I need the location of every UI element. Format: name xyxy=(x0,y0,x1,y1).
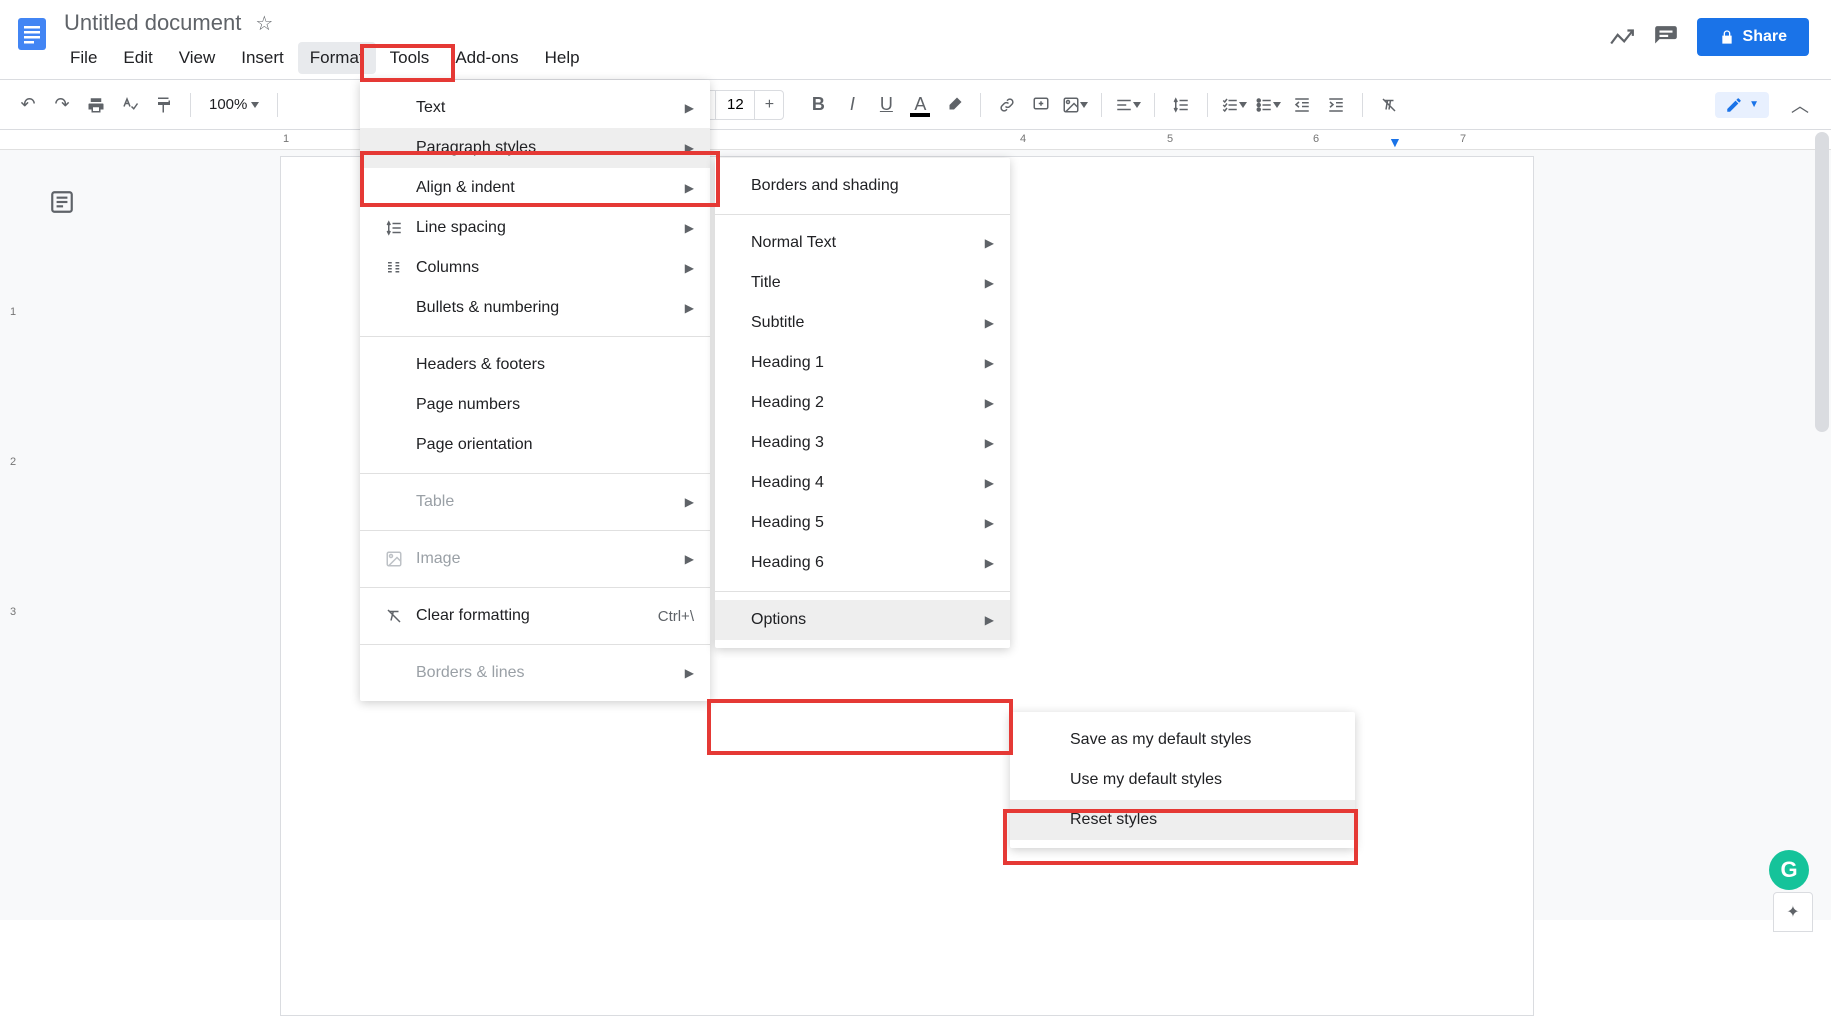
star-icon[interactable]: ☆ xyxy=(255,11,273,36)
format-columns[interactable]: Columns▶ xyxy=(360,248,710,288)
chevron-down-icon xyxy=(1080,102,1088,108)
vertical-scrollbar[interactable] xyxy=(1815,132,1829,432)
print-icon[interactable] xyxy=(82,91,110,119)
chevron-down-icon: ▼ xyxy=(1749,99,1759,110)
format-clear-formatting[interactable]: Clear formattingCtrl+\ xyxy=(360,596,710,636)
format-borders-lines[interactable]: Borders & lines▶ xyxy=(360,653,710,693)
spellcheck-icon[interactable] xyxy=(116,91,144,119)
right-margin-marker[interactable]: ▼ xyxy=(1388,134,1402,150)
format-text[interactable]: Text▶ xyxy=(360,88,710,128)
insert-image-icon[interactable] xyxy=(1061,91,1089,119)
opt-save-default[interactable]: Save as my default styles xyxy=(1010,720,1355,760)
header: Untitled document ☆ File Edit View Inser… xyxy=(0,0,1831,80)
menu-view[interactable]: View xyxy=(167,42,228,74)
comments-icon[interactable] xyxy=(1653,24,1679,50)
menu-file[interactable]: File xyxy=(58,42,109,74)
ps-options[interactable]: Options▶ xyxy=(715,600,1010,640)
header-right: Share xyxy=(1609,8,1819,56)
collapse-toolbar-icon[interactable]: ︿ xyxy=(1783,92,1817,118)
format-page-orientation[interactable]: Page orientation xyxy=(360,425,710,465)
ps-heading-1[interactable]: Heading 1▶ xyxy=(715,343,1010,383)
ps-normal-text[interactable]: Normal Text▶ xyxy=(715,223,1010,263)
ps-heading-4[interactable]: Heading 4▶ xyxy=(715,463,1010,503)
font-size-increase[interactable]: + xyxy=(755,91,783,119)
options-menu-panel: Save as my default styles Use my default… xyxy=(1010,712,1355,848)
ps-subtitle[interactable]: Subtitle▶ xyxy=(715,303,1010,343)
ps-heading-6[interactable]: Heading 6▶ xyxy=(715,543,1010,583)
font-size-value[interactable]: 12 xyxy=(715,91,755,119)
underline-icon[interactable]: U xyxy=(872,91,900,119)
ps-heading-3[interactable]: Heading 3▶ xyxy=(715,423,1010,463)
insert-link-icon[interactable] xyxy=(993,91,1021,119)
format-bullets-numbering[interactable]: Bullets & numbering▶ xyxy=(360,288,710,328)
format-table[interactable]: Table▶ xyxy=(360,482,710,522)
ps-title[interactable]: Title▶ xyxy=(715,263,1010,303)
menu-insert[interactable]: Insert xyxy=(229,42,296,74)
format-image[interactable]: Image▶ xyxy=(360,539,710,579)
ruler-tick: 7 xyxy=(1460,133,1466,145)
opt-use-default[interactable]: Use my default styles xyxy=(1010,760,1355,800)
ruler-tick: 5 xyxy=(1167,133,1173,145)
docs-logo[interactable] xyxy=(12,14,52,54)
format-paragraph-styles[interactable]: Paragraph styles▶ xyxy=(360,128,710,168)
title-area: Untitled document ☆ File Edit View Inser… xyxy=(58,8,1609,74)
share-label: Share xyxy=(1743,28,1787,46)
menu-edit[interactable]: Edit xyxy=(111,42,164,74)
explore-button[interactable]: ✦ xyxy=(1773,892,1813,932)
ps-borders-shading[interactable]: Borders and shading xyxy=(715,166,1010,206)
italic-icon[interactable]: I xyxy=(838,91,866,119)
horizontal-ruler[interactable]: 1 4 5 6 7 ▼ xyxy=(0,130,1831,150)
format-page-numbers[interactable]: Page numbers xyxy=(360,385,710,425)
menu-help[interactable]: Help xyxy=(533,42,592,74)
ps-heading-2[interactable]: Heading 2▶ xyxy=(715,383,1010,423)
format-line-spacing[interactable]: Line spacing▶ xyxy=(360,208,710,248)
menu-bar: File Edit View Insert Format Tools Add-o… xyxy=(58,42,1609,74)
grammarly-icon[interactable]: G xyxy=(1769,850,1809,890)
zoom-select[interactable]: 100% xyxy=(203,96,265,113)
zoom-value: 100% xyxy=(209,96,247,113)
editing-mode-button[interactable]: ▼ xyxy=(1715,92,1769,118)
bold-icon[interactable]: B xyxy=(804,91,832,119)
document-outline-icon[interactable] xyxy=(40,180,84,224)
ruler-tick: 1 xyxy=(283,133,289,145)
decrease-indent-icon[interactable] xyxy=(1288,91,1316,119)
highlight-color-icon[interactable] xyxy=(940,91,968,119)
format-menu-panel: Text▶ Paragraph styles▶ Align & indent▶ … xyxy=(360,80,710,701)
align-icon[interactable] xyxy=(1114,91,1142,119)
pencil-icon xyxy=(1725,96,1743,114)
paint-format-icon[interactable] xyxy=(150,91,178,119)
document-title[interactable]: Untitled document xyxy=(58,8,247,38)
menu-format[interactable]: Format xyxy=(298,42,376,74)
lock-icon xyxy=(1719,29,1735,45)
activity-icon[interactable] xyxy=(1609,24,1635,50)
menu-addons[interactable]: Add-ons xyxy=(443,42,530,74)
ruler-tick: 4 xyxy=(1020,133,1026,145)
text-color-icon[interactable]: A xyxy=(906,91,934,119)
format-align-indent[interactable]: Align & indent▶ xyxy=(360,168,710,208)
share-button[interactable]: Share xyxy=(1697,18,1809,56)
increase-indent-icon[interactable] xyxy=(1322,91,1350,119)
ps-heading-5[interactable]: Heading 5▶ xyxy=(715,503,1010,543)
undo-icon[interactable]: ↶ xyxy=(14,91,42,119)
redo-icon[interactable]: ↷ xyxy=(48,91,76,119)
ruler-tick: 6 xyxy=(1313,133,1319,145)
add-comment-icon[interactable] xyxy=(1027,91,1055,119)
chevron-down-icon xyxy=(251,102,259,108)
clear-formatting-icon[interactable] xyxy=(1375,91,1403,119)
line-spacing-icon[interactable] xyxy=(1167,91,1195,119)
opt-reset-styles[interactable]: Reset styles xyxy=(1010,800,1355,840)
format-headers-footers[interactable]: Headers & footers xyxy=(360,345,710,385)
paragraph-styles-menu-panel: Borders and shading Normal Text▶ Title▶ … xyxy=(715,158,1010,648)
checklist-icon[interactable] xyxy=(1220,91,1248,119)
bulleted-list-icon[interactable] xyxy=(1254,91,1282,119)
toolbar: ↶ ↷ 100% − 12 + B I U A ▼ ︿ xyxy=(0,80,1831,130)
menu-tools[interactable]: Tools xyxy=(378,42,442,74)
